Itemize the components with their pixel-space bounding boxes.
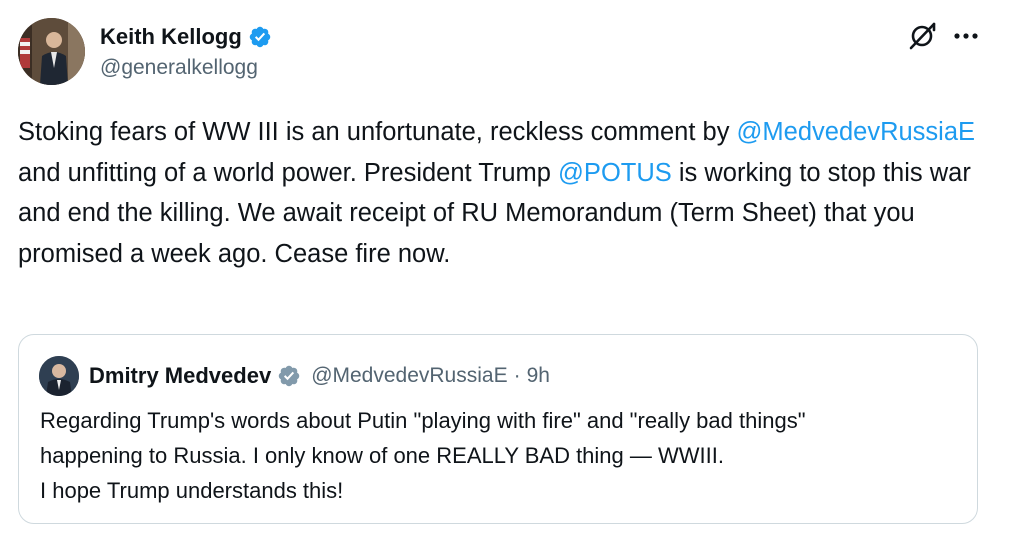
quoted-header: Dmitry Medvedev @MedvedevRussiaE · 9h [39, 355, 550, 397]
quoted-text: Regarding Trump's words about Putin "pla… [40, 403, 970, 508]
tweet-header: Keith Kellogg @generalkellogg [18, 18, 1008, 88]
dot-separator: · [513, 364, 521, 387]
quoted-text-line: Regarding Trump's words about Putin "pla… [40, 408, 806, 433]
gov-verified-badge-icon[interactable] [277, 364, 301, 388]
more-icon[interactable] [948, 18, 984, 54]
tweet-text-segment: Stoking fears of WW III is an unfortunat… [18, 118, 737, 146]
mention-link[interactable]: @POTUS [558, 159, 672, 187]
author-handle[interactable]: @generalkellogg [100, 56, 258, 80]
quoted-tweet[interactable]: Dmitry Medvedev @MedvedevRussiaE · 9h Re… [18, 334, 978, 524]
grok-icon[interactable] [904, 18, 940, 54]
author-avatar[interactable] [18, 18, 85, 85]
tweet-text-segment: and unfitting of a world power. Presiden… [18, 158, 559, 187]
quoted-avatar[interactable] [39, 356, 79, 396]
author-name[interactable]: Keith Kellogg [100, 24, 242, 50]
verified-badge-icon[interactable] [248, 25, 272, 49]
quoted-author-handle[interactable]: @MedvedevRussiaE [311, 364, 507, 388]
quoted-timestamp[interactable]: 9h [527, 364, 550, 388]
tweet-text: Stoking fears of WW III is an unfortunat… [18, 112, 1008, 274]
quoted-text-line: I hope Trump understands this! [40, 478, 344, 503]
quoted-text-line: happening to Russia. I only know of one … [40, 443, 724, 468]
mention-link[interactable]: @MedvedevRussiaE [737, 118, 976, 146]
quoted-author-name[interactable]: Dmitry Medvedev [89, 363, 271, 389]
